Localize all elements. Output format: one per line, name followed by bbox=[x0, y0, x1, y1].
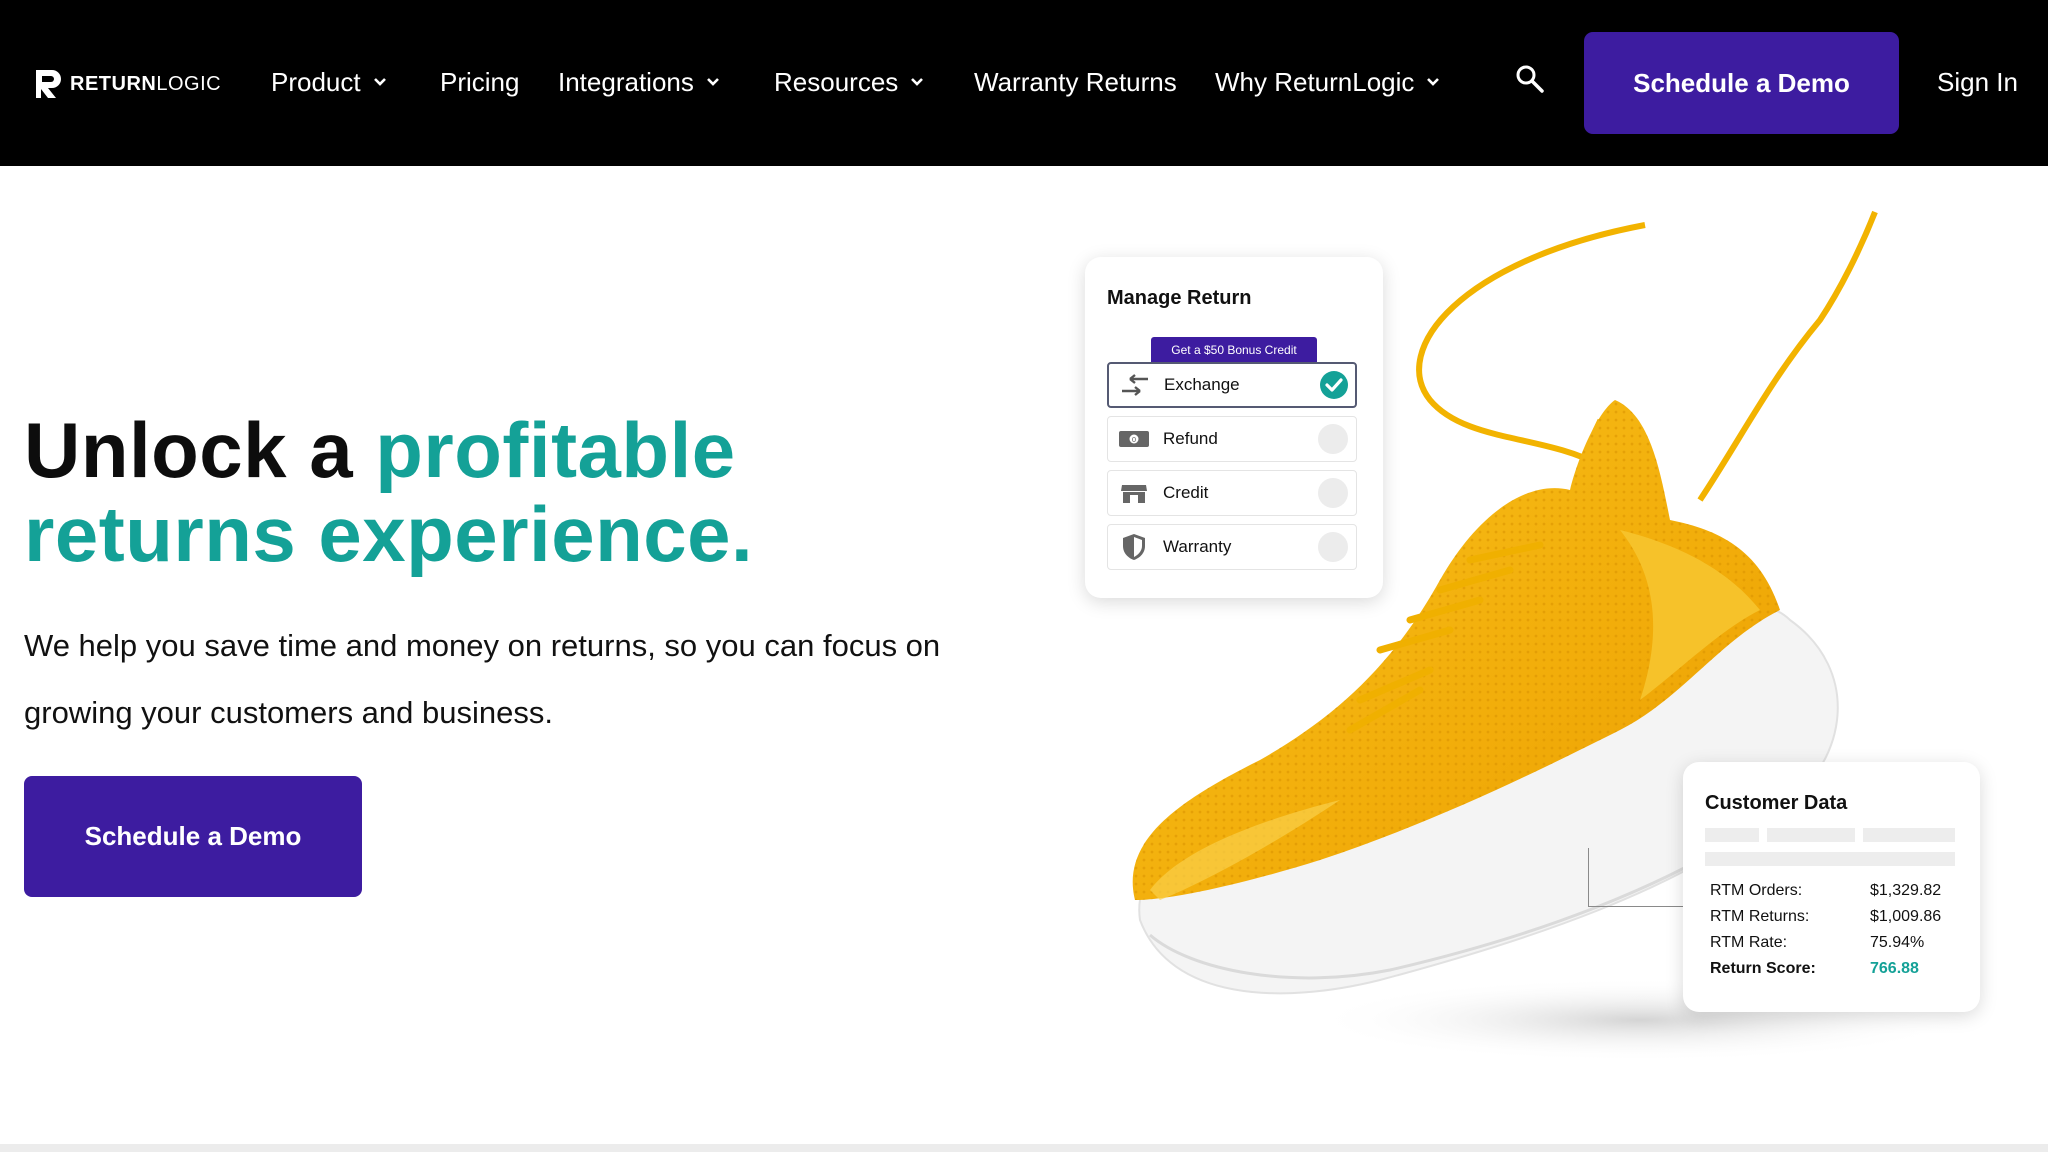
hero-headline: Unlock a profitable returns experience. bbox=[24, 408, 984, 576]
shield-icon bbox=[1117, 534, 1151, 560]
chevron-down-icon bbox=[706, 78, 719, 86]
option-label: Warranty bbox=[1163, 537, 1232, 556]
manage-return-title: Manage Return bbox=[1107, 287, 1252, 309]
nav-item-label: Integrations bbox=[558, 67, 694, 97]
nav-item-label: Resources bbox=[774, 67, 899, 97]
customer-data-card: Customer Data RTM Orders: $1,329.82 RTM … bbox=[1683, 762, 1980, 1012]
nav-item-resources[interactable]: Resources bbox=[774, 62, 924, 102]
nav-item-label: Pricing bbox=[440, 67, 520, 97]
placeholder-bar bbox=[1863, 828, 1955, 842]
manage-return-card: Manage Return Get a $50 Bonus Credit Exc… bbox=[1085, 257, 1383, 598]
headline-highlight: returns experience. bbox=[24, 490, 754, 578]
metric-label: RTM Returns: bbox=[1710, 908, 1810, 925]
nav-item-label: Warranty Returns bbox=[974, 67, 1177, 97]
nav-item-pricing[interactable]: Pricing bbox=[440, 62, 519, 102]
sign-in-link[interactable]: Sign In bbox=[1937, 62, 2018, 102]
store-icon bbox=[1117, 480, 1151, 506]
placeholder-bar bbox=[1705, 852, 1955, 866]
bonus-credit-badge: Get a $50 Bonus Credit bbox=[1151, 337, 1317, 363]
nav-item-integrations[interactable]: Integrations bbox=[558, 62, 720, 102]
metric-value: 75.94% bbox=[1870, 934, 1925, 951]
return-option-warranty[interactable]: Warranty bbox=[1107, 524, 1357, 570]
metric-label: RTM Orders: bbox=[1710, 882, 1803, 899]
section-divider bbox=[0, 1144, 2048, 1152]
customer-data-title: Customer Data bbox=[1705, 792, 1848, 814]
exchange-arrows-icon bbox=[1118, 372, 1152, 398]
return-option-exchange[interactable]: Exchange bbox=[1107, 362, 1357, 408]
metric-value: $1,329.82 bbox=[1870, 882, 1942, 899]
schedule-demo-nav-button[interactable]: Schedule a Demo bbox=[1584, 32, 1899, 134]
top-navigation-bar: RETURNLOGIC Product Pricing Integrations… bbox=[0, 0, 2048, 166]
return-option-credit[interactable]: Credit bbox=[1107, 470, 1357, 516]
schedule-demo-hero-button[interactable]: Schedule a Demo bbox=[24, 776, 362, 897]
option-label: Exchange bbox=[1164, 375, 1240, 394]
nav-item-warranty-returns[interactable]: Warranty Returns bbox=[974, 62, 1177, 102]
search-icon[interactable] bbox=[1515, 64, 1545, 94]
returnlogic-logo-icon bbox=[36, 70, 61, 98]
metric-label: Return Score: bbox=[1710, 960, 1816, 977]
placeholder-bar bbox=[1767, 828, 1855, 842]
headline-highlight: profitable bbox=[375, 406, 736, 494]
chevron-down-icon bbox=[373, 78, 386, 86]
option-label: Refund bbox=[1163, 429, 1218, 448]
chevron-down-icon bbox=[911, 78, 924, 86]
option-label: Credit bbox=[1163, 483, 1209, 502]
metric-row-rtm-returns: RTM Returns: $1,009.86 bbox=[1710, 908, 1960, 930]
check-circle-icon bbox=[1320, 371, 1348, 399]
nav-item-why-returnlogic[interactable]: Why ReturnLogic bbox=[1215, 62, 1440, 102]
placeholder-bar bbox=[1705, 828, 1759, 842]
return-option-refund[interactable]: 0 Refund bbox=[1107, 416, 1357, 462]
returnlogic-logo[interactable]: RETURNLOGIC bbox=[34, 68, 221, 100]
svg-text:0: 0 bbox=[1132, 436, 1136, 444]
hero-subtext: We help you save time and money on retur… bbox=[24, 628, 941, 730]
metric-value: 766.88 bbox=[1870, 960, 1919, 977]
cash-icon: 0 bbox=[1117, 426, 1151, 452]
metric-row-return-score: Return Score: 766.88 bbox=[1710, 960, 1960, 982]
metric-value: $1,009.86 bbox=[1870, 908, 1942, 925]
metric-row-rtm-rate: RTM Rate: 75.94% bbox=[1710, 934, 1960, 956]
radio-unselected[interactable] bbox=[1318, 532, 1348, 562]
metric-label: RTM Rate: bbox=[1710, 934, 1788, 951]
callout-connector-line bbox=[1588, 848, 1685, 907]
nav-item-label: Product bbox=[271, 67, 361, 97]
nav-item-label: Why ReturnLogic bbox=[1215, 67, 1415, 97]
chevron-down-icon bbox=[1427, 78, 1440, 86]
radio-unselected[interactable] bbox=[1318, 424, 1348, 454]
radio-unselected[interactable] bbox=[1318, 478, 1348, 508]
logo-wordmark: RETURNLOGIC bbox=[70, 72, 222, 95]
metric-row-rtm-orders: RTM Orders: $1,329.82 bbox=[1710, 882, 1960, 904]
headline-text: Unlock a bbox=[24, 406, 376, 494]
nav-item-product[interactable]: Product bbox=[271, 62, 387, 102]
